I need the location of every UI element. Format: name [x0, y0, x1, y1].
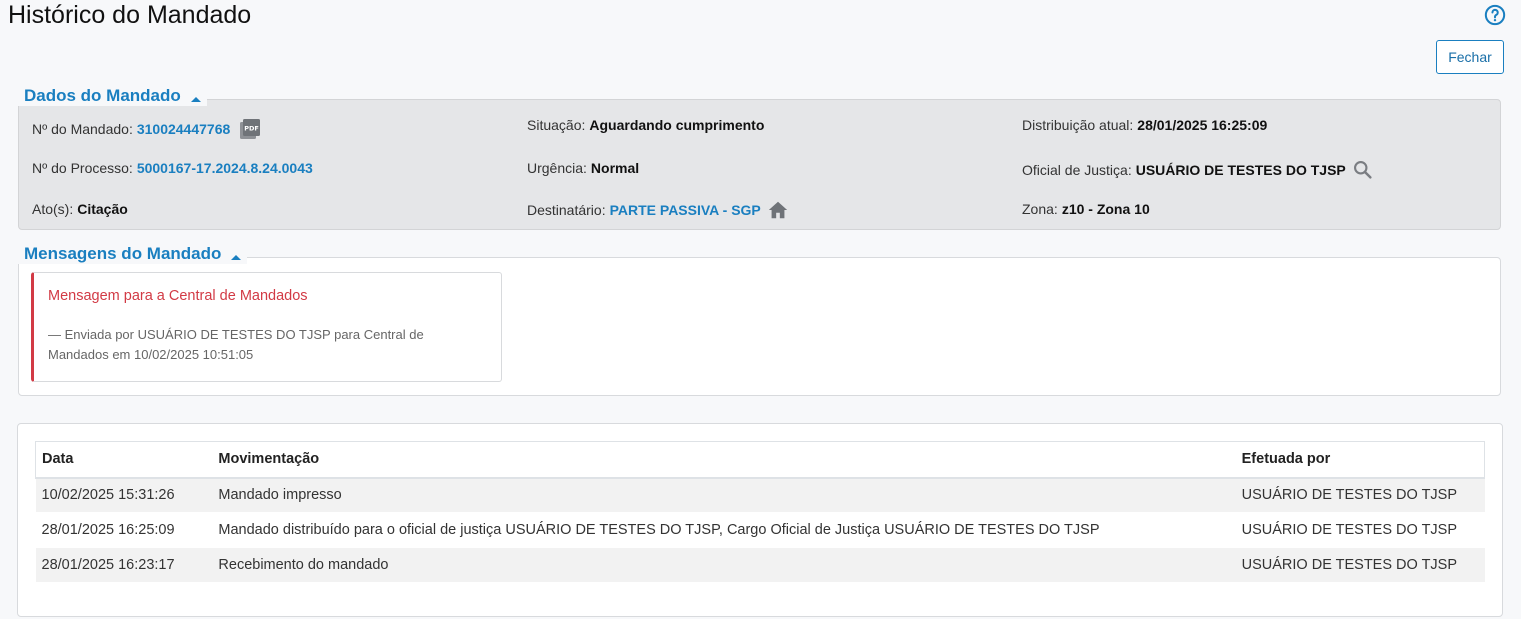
help-icon[interactable] — [1484, 4, 1506, 26]
message-card: Mensagem para a Central de Mandados — En… — [31, 272, 502, 382]
atos-field: Ato(s): Citação — [32, 201, 128, 217]
cell-user: USUÁRIO DE TESTES DO TJSP — [1235, 477, 1485, 513]
destinatario-label: Destinatário: — [527, 202, 606, 218]
distribuicao-field: Distribuição atual: 28/01/2025 16:25:09 — [1022, 117, 1267, 133]
cell-user: USUÁRIO DE TESTES DO TJSP — [1235, 547, 1485, 583]
atos-label: Ato(s): — [32, 201, 74, 217]
messages-section-header[interactable]: Mensagens do Mandado — [18, 244, 248, 264]
urgencia-field: Urgência: Normal — [527, 160, 639, 176]
destinatario-link[interactable]: PARTE PASSIVA - SGP — [610, 202, 761, 218]
oficial-value: USUÁRIO DE TESTES DO TJSP — [1135, 161, 1346, 178]
column-header-movimentacao: Movimentação — [212, 441, 1236, 479]
cell-date: 28/01/2025 16:25:09 — [35, 512, 213, 548]
cell-date: 10/02/2025 15:31:26 — [35, 477, 213, 513]
close-button[interactable]: Fechar — [1436, 40, 1504, 74]
table-row: 10/02/2025 15:31:26 Mandado impresso USU… — [35, 477, 1485, 513]
caret-up-icon[interactable] — [231, 254, 242, 260]
zona-value: z10 - Zona 10 — [1061, 201, 1150, 217]
history-table: Data Movimentação Efetuada por 10/02/202… — [35, 441, 1485, 583]
table-header-row: Data Movimentação Efetuada por — [35, 441, 1485, 479]
dados-section-header[interactable]: Dados do Mandado — [18, 86, 207, 106]
dados-section-title: Dados do Mandado — [24, 86, 181, 105]
svg-text:PDF: PDF — [244, 125, 259, 133]
processo-number-link[interactable]: 5000167-17.2024.8.24.0043 — [137, 160, 313, 176]
column-header-data: Data — [35, 441, 213, 479]
distribuicao-value: 28/01/2025 16:25:09 — [1137, 117, 1268, 133]
cell-date: 28/01/2025 16:23:17 — [35, 547, 213, 583]
mandado-number-link[interactable]: 310024447768 — [137, 121, 230, 137]
cell-movement: Mandado impresso — [212, 477, 1236, 513]
cell-movement: Recebimento do mandado — [212, 547, 1236, 583]
situacao-label: Situação: — [527, 117, 586, 133]
page-title: Histórico do Mandado — [8, 1, 252, 29]
history-panel: Data Movimentação Efetuada por 10/02/202… — [17, 423, 1503, 617]
oficial-label: Oficial de Justiça: — [1022, 161, 1132, 178]
zona-field: Zona: z10 - Zona 10 — [1022, 201, 1150, 217]
message-body: — Enviada por USUÁRIO DE TESTES DO TJSP … — [48, 327, 424, 362]
atos-value: Citação — [77, 201, 128, 217]
distribuicao-label: Distribuição atual: — [1022, 117, 1134, 133]
oficial-field: Oficial de Justiça: USUÁRIO DE TESTES DO… — [1022, 159, 1373, 180]
processo-label: Nº do Processo: — [32, 160, 133, 176]
caret-up-icon[interactable] — [190, 96, 201, 102]
zona-label: Zona: — [1022, 201, 1058, 217]
processo-field: Nº do Processo: 5000167-17.2024.8.24.004… — [32, 160, 313, 176]
dados-panel: Nº do Mandado: 310024447768 PDF Nº do Pr… — [18, 99, 1501, 230]
urgencia-value: Normal — [590, 160, 640, 176]
cell-user: USUÁRIO DE TESTES DO TJSP — [1235, 512, 1485, 548]
urgencia-label: Urgência: — [527, 160, 587, 176]
situacao-field: Situação: Aguardando cumprimento — [527, 117, 764, 133]
table-row: 28/01/2025 16:23:17 Recebimento do manda… — [35, 547, 1485, 583]
messages-section-title: Mensagens do Mandado — [24, 244, 222, 263]
situacao-value: Aguardando cumprimento — [589, 117, 765, 133]
cell-movement: Mandado distribuído para o oficial de ju… — [212, 512, 1236, 548]
mandado-label: Nº do Mandado: — [32, 121, 133, 137]
column-header-efetuada-por: Efetuada por — [1235, 441, 1485, 479]
home-icon[interactable] — [767, 199, 789, 221]
table-row: 28/01/2025 16:25:09 Mandado distribuído … — [35, 512, 1485, 548]
destinatario-field: Destinatário: PARTE PASSIVA - SGP — [527, 199, 789, 221]
message-title: Mensagem para a Central de Mandados — [48, 288, 308, 304]
mandado-field: Nº do Mandado: 310024447768 PDF — [32, 117, 262, 141]
search-icon[interactable] — [1352, 159, 1373, 180]
pdf-icon[interactable]: PDF — [238, 117, 262, 141]
messages-panel: Mensagem para a Central de Mandados — En… — [18, 257, 1501, 396]
